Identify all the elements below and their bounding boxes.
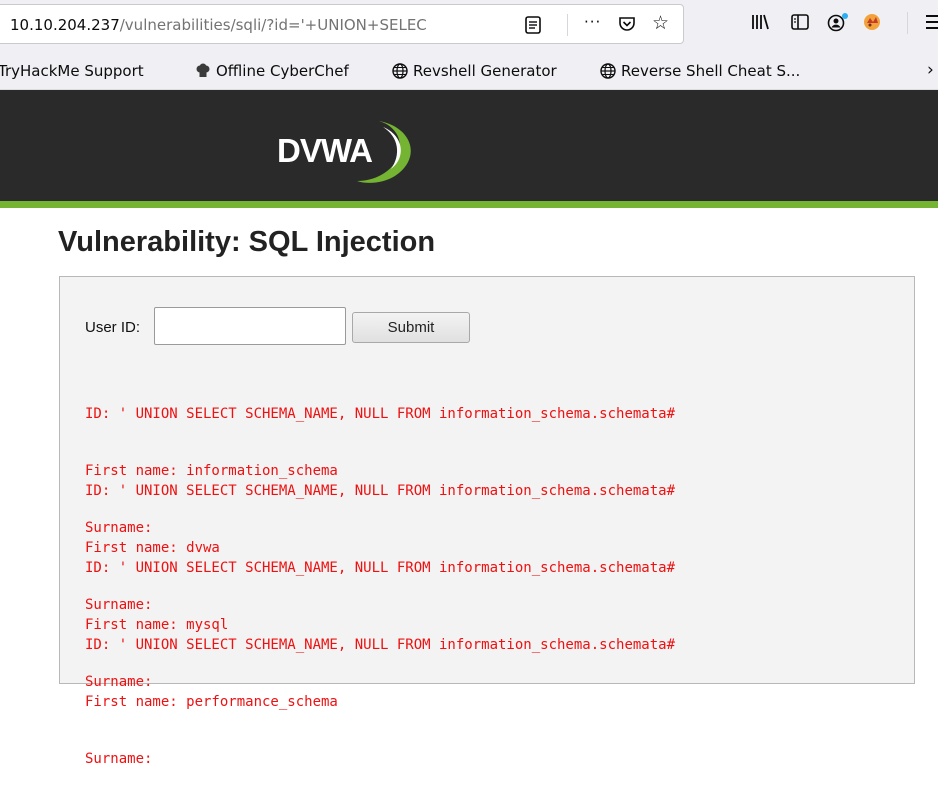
bookmark-star-icon[interactable]: ☆ [652,12,669,34]
site-header: DVWA [0,90,938,201]
result-first-name: First name: performance_schema [85,694,338,710]
url-bar[interactable]: 10.10.204.237/vulnerabilities/sqli/?id='… [0,4,684,44]
bookmark-label: Offline CyberChef [216,62,349,80]
chef-hat-icon [195,62,216,80]
globe-icon [600,62,621,80]
bookmark-reverse-shell-cheat-sheet[interactable]: Reverse Shell Cheat S... [600,61,800,81]
result-entry: ID: ' UNION SELECT SCHEMA_NAME, NULL FRO… [85,367,676,536]
bookmark-label: TryHackMe Support [0,62,144,80]
bookmark-revshell-generator[interactable]: Revshell Generator [392,61,557,81]
bookmarks-toolbar: TryHackMe Support Offline CyberChef Revs… [0,52,938,90]
result-id: ID: ' UNION SELECT SCHEMA_NAME, NULL FRO… [85,406,676,422]
bookmark-tryhackme-support[interactable]: TryHackMe Support [0,61,144,81]
page-title: Vulnerability: SQL Injection [58,226,436,258]
result-id: ID: ' UNION SELECT SCHEMA_NAME, NULL FRO… [85,483,676,499]
library-icon[interactable] [751,14,769,34]
submit-button[interactable]: Submit [352,312,470,343]
url-host: 10.10.204.237 [10,16,120,34]
result-surname: Surname: [85,751,153,767]
toolbar-divider [907,12,908,34]
vulnerable-code-area: User ID: Submit ID: ' UNION SELECT SCHEM… [59,276,915,767]
browser-toolbar: 10.10.204.237/vulnerabilities/sqli/?id='… [0,0,938,52]
bookmark-offline-cyberchef[interactable]: Offline CyberChef [195,61,349,81]
sidebar-icon[interactable] [791,14,809,34]
query-results: ID: ' UNION SELECT SCHEMA_NAME, NULL FRO… [85,367,676,767]
header-accent-bar [0,201,938,208]
logo-text: DVWA [277,132,372,169]
page-actions-icon[interactable]: ··· [584,13,601,31]
bookmark-label: Revshell Generator [413,62,557,80]
url-bar-divider [567,14,568,36]
url-text[interactable]: 10.10.204.237/vulnerabilities/sqli/?id='… [10,14,520,36]
result-id: ID: ' UNION SELECT SCHEMA_NAME, NULL FRO… [85,637,676,653]
bookmarks-overflow-icon[interactable]: › [927,60,934,80]
dvwa-logo[interactable]: DVWA [271,107,431,193]
menu-icon[interactable] [926,14,938,34]
account-icon[interactable] [827,12,849,36]
user-id-label: User ID: [85,319,141,336]
result-id: ID: ' UNION SELECT SCHEMA_NAME, NULL FRO… [85,560,676,576]
pocket-icon[interactable] [618,15,636,37]
result-entry: ID: ' UNION SELECT SCHEMA_NAME, NULL FRO… [85,444,676,613]
result-entry: ID: ' UNION SELECT SCHEMA_NAME, NULL FRO… [85,521,676,690]
result-entry: ID: ' UNION SELECT SCHEMA_NAME, NULL FRO… [85,598,676,767]
reader-view-icon[interactable] [525,16,541,38]
bookmark-label: Reverse Shell Cheat S... [621,62,801,80]
extension-icon[interactable] [862,11,882,35]
user-id-input[interactable] [154,307,346,345]
url-path: /vulnerabilities/sqli/?id='+UNION+SELEC [119,16,427,34]
globe-icon [392,62,413,80]
